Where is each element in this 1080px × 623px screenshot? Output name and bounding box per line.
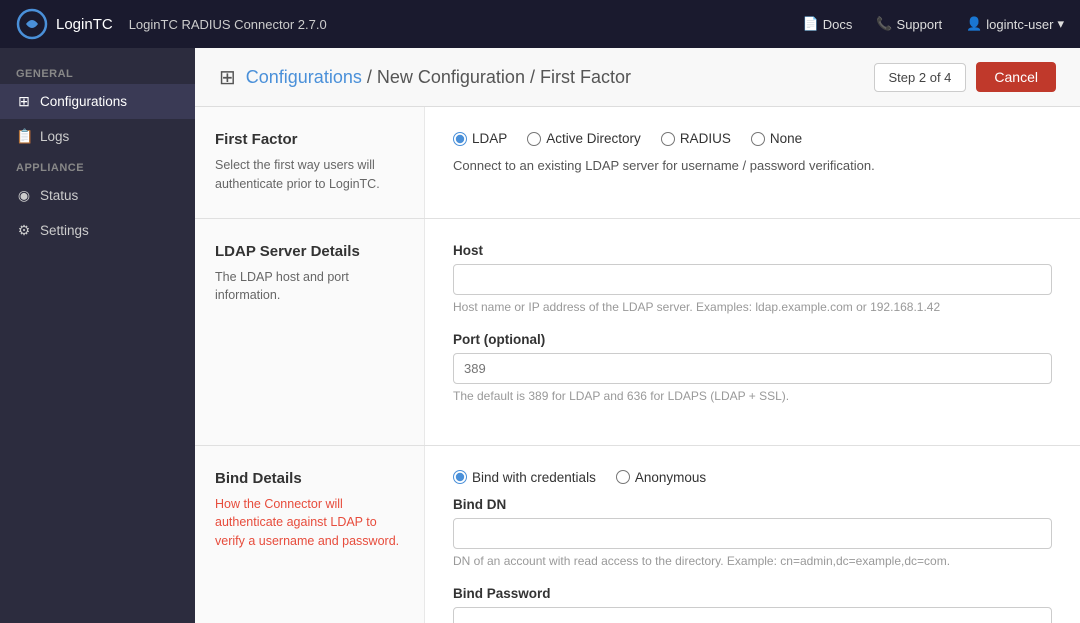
docs-icon: 📄 bbox=[803, 16, 819, 32]
radio-radius-input[interactable] bbox=[661, 132, 675, 146]
radio-bind-credentials[interactable]: Bind with credentials bbox=[453, 470, 596, 485]
status-icon: ◉ bbox=[16, 187, 32, 204]
first-factor-content: LDAP Active Directory RADIUS None bbox=[425, 107, 1080, 218]
radio-radius[interactable]: RADIUS bbox=[661, 131, 731, 146]
radio-anonymous-input[interactable] bbox=[616, 470, 630, 484]
bind-dn-input[interactable] bbox=[453, 518, 1052, 549]
bind-details-desc: How the Connector will authenticate agai… bbox=[215, 495, 404, 551]
radio-bind-credentials-label: Bind with credentials bbox=[472, 470, 596, 485]
content-area: First Factor Select the first way users … bbox=[195, 107, 1080, 623]
breadcrumb-configurations-link[interactable]: Configurations bbox=[246, 67, 362, 87]
sidebar-item-settings-label: Settings bbox=[40, 223, 89, 238]
port-input[interactable] bbox=[453, 353, 1052, 384]
sidebar-item-logs-label: Logs bbox=[40, 129, 69, 144]
step-badge: Step 2 of 4 bbox=[874, 63, 967, 92]
bind-dn-form-group: Bind DN DN of an account with read acces… bbox=[453, 497, 1052, 568]
user-icon: 👤 bbox=[966, 16, 982, 32]
first-factor-title: First Factor bbox=[215, 131, 404, 148]
ldap-server-content: Host Host name or IP address of the LDAP… bbox=[425, 219, 1080, 445]
first-factor-section: First Factor Select the first way users … bbox=[195, 107, 1080, 219]
configurations-icon: ⊞ bbox=[16, 93, 32, 110]
general-section-label: GENERAL bbox=[0, 60, 195, 84]
radio-active-directory-label: Active Directory bbox=[546, 131, 641, 146]
sidebar-item-configurations[interactable]: ⊞ Configurations bbox=[0, 84, 195, 119]
radio-radius-label: RADIUS bbox=[680, 131, 731, 146]
user-menu[interactable]: 👤 logintc-user ▾ bbox=[966, 16, 1064, 32]
host-input[interactable] bbox=[453, 264, 1052, 295]
sidebar-item-logs[interactable]: 📋 Logs bbox=[0, 119, 195, 154]
bind-password-form-group: Bind Password bbox=[453, 586, 1052, 623]
first-factor-description: Connect to an existing LDAP server for u… bbox=[453, 158, 1052, 173]
layout: GENERAL ⊞ Configurations 📋 Logs APPLIANC… bbox=[0, 48, 1080, 623]
chevron-down-icon: ▾ bbox=[1057, 16, 1064, 32]
main-content: ⊞ Configurations / New Configuration / F… bbox=[195, 48, 1080, 623]
breadcrumb-current: New Configuration / First Factor bbox=[377, 67, 631, 87]
bind-details-section: Bind Details How the Connector will auth… bbox=[195, 446, 1080, 623]
cancel-button[interactable]: Cancel bbox=[976, 62, 1056, 92]
radio-bind-credentials-input[interactable] bbox=[453, 470, 467, 484]
bind-dn-label: Bind DN bbox=[453, 497, 1052, 512]
sidebar: GENERAL ⊞ Configurations 📋 Logs APPLIANC… bbox=[0, 48, 195, 623]
ldap-server-desc: The LDAP host and port information. bbox=[215, 268, 404, 306]
docs-link[interactable]: 📄 Docs bbox=[803, 16, 853, 32]
radio-ldap[interactable]: LDAP bbox=[453, 131, 507, 146]
breadcrumb: Configurations / New Configuration / Fir… bbox=[246, 67, 631, 88]
appliance-section-label: APPLIANCE bbox=[0, 154, 195, 178]
bind-password-input[interactable] bbox=[453, 607, 1052, 623]
app-name: LoginTC RADIUS Connector 2.7.0 bbox=[129, 17, 327, 32]
page-header-icon: ⊞ bbox=[219, 65, 236, 90]
first-factor-radio-group: LDAP Active Directory RADIUS None bbox=[453, 131, 1052, 146]
logs-icon: 📋 bbox=[16, 128, 32, 145]
sidebar-item-settings[interactable]: ⚙ Settings bbox=[0, 213, 195, 248]
radio-none-label: None bbox=[770, 131, 802, 146]
radio-ldap-label: LDAP bbox=[472, 131, 507, 146]
radio-anonymous[interactable]: Anonymous bbox=[616, 470, 706, 485]
bind-details-sidebar: Bind Details How the Connector will auth… bbox=[195, 446, 425, 623]
first-factor-desc: Select the first way users will authenti… bbox=[215, 156, 404, 194]
port-form-group: Port (optional) The default is 389 for L… bbox=[453, 332, 1052, 403]
sidebar-item-status-label: Status bbox=[40, 188, 78, 203]
bind-radio-group: Bind with credentials Anonymous bbox=[453, 470, 1052, 485]
brand-name: LoginTC bbox=[56, 16, 113, 33]
navbar-right: 📄 Docs 📞 Support 👤 logintc-user ▾ bbox=[803, 16, 1064, 32]
bind-dn-hint: DN of an account with read access to the… bbox=[453, 554, 1052, 568]
support-link[interactable]: 📞 Support bbox=[876, 16, 942, 32]
navbar: LoginTC LoginTC RADIUS Connector 2.7.0 📄… bbox=[0, 0, 1080, 48]
host-label: Host bbox=[453, 243, 1052, 258]
ldap-server-sidebar: LDAP Server Details The LDAP host and po… bbox=[195, 219, 425, 445]
breadcrumb-separator: / bbox=[367, 67, 377, 87]
radio-none-input[interactable] bbox=[751, 132, 765, 146]
brand: LoginTC bbox=[16, 8, 113, 40]
bind-details-content: Bind with credentials Anonymous Bind DN … bbox=[425, 446, 1080, 623]
first-factor-sidebar: First Factor Select the first way users … bbox=[195, 107, 425, 218]
page-header-left: ⊞ Configurations / New Configuration / F… bbox=[219, 65, 631, 90]
ldap-server-title: LDAP Server Details bbox=[215, 243, 404, 260]
host-form-group: Host Host name or IP address of the LDAP… bbox=[453, 243, 1052, 314]
host-hint: Host name or IP address of the LDAP serv… bbox=[453, 300, 1052, 314]
logo-icon bbox=[16, 8, 48, 40]
radio-none[interactable]: None bbox=[751, 131, 802, 146]
settings-icon: ⚙ bbox=[16, 222, 32, 239]
port-hint: The default is 389 for LDAP and 636 for … bbox=[453, 389, 1052, 403]
page-header: ⊞ Configurations / New Configuration / F… bbox=[195, 48, 1080, 107]
sidebar-item-status[interactable]: ◉ Status bbox=[0, 178, 195, 213]
ldap-server-section: LDAP Server Details The LDAP host and po… bbox=[195, 219, 1080, 446]
bind-details-title: Bind Details bbox=[215, 470, 404, 487]
radio-active-directory-input[interactable] bbox=[527, 132, 541, 146]
radio-anonymous-label: Anonymous bbox=[635, 470, 706, 485]
port-label: Port (optional) bbox=[453, 332, 1052, 347]
page-header-right: Step 2 of 4 Cancel bbox=[874, 62, 1056, 92]
radio-active-directory[interactable]: Active Directory bbox=[527, 131, 641, 146]
sidebar-item-configurations-label: Configurations bbox=[40, 94, 127, 109]
radio-ldap-input[interactable] bbox=[453, 132, 467, 146]
support-icon: 📞 bbox=[876, 16, 892, 32]
bind-password-label: Bind Password bbox=[453, 586, 1052, 601]
